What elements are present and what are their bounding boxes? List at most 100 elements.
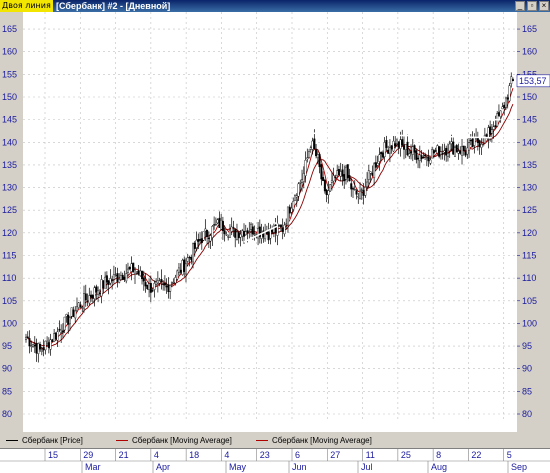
candle-body <box>51 339 54 342</box>
candle-body <box>216 219 219 224</box>
candle-body <box>346 164 349 178</box>
candle-body <box>144 282 147 287</box>
candle-body <box>359 190 362 200</box>
candle-body <box>61 330 64 333</box>
candle-body <box>88 295 91 304</box>
candle-body <box>390 145 393 150</box>
candle-body <box>353 188 356 191</box>
y-tick-label-left: 110 <box>2 273 16 283</box>
candle-body <box>339 171 342 177</box>
candle-body <box>179 269 182 273</box>
y-tick-label-right: 165 <box>522 24 537 34</box>
candle-body <box>199 239 202 241</box>
candle-body <box>478 140 481 147</box>
candle-body <box>299 182 302 184</box>
candle-body <box>192 243 195 263</box>
candle-body <box>186 257 189 262</box>
legend-label: Сбербанк [Moving Average] <box>272 436 372 445</box>
candle-body <box>84 293 87 301</box>
candle-body <box>184 263 187 275</box>
y-tick-label-left: 140 <box>2 137 17 147</box>
candle-body <box>288 206 291 214</box>
candle-body <box>322 177 325 181</box>
candle-body <box>278 225 281 227</box>
candle-body <box>75 306 78 312</box>
candle-body <box>128 266 131 270</box>
candle-body <box>49 339 52 350</box>
candle-body <box>32 344 35 347</box>
candle-body <box>241 230 244 237</box>
candle-body <box>404 144 407 150</box>
candle-body <box>235 231 238 240</box>
candle-body <box>220 219 223 230</box>
candle-body <box>283 224 286 235</box>
candle-body <box>119 275 122 280</box>
candle-body <box>211 226 214 238</box>
candle-body <box>483 135 486 144</box>
candle-body <box>503 104 506 108</box>
month-label: Sep <box>511 462 527 472</box>
candle-body <box>301 179 304 183</box>
candle-body <box>374 162 377 168</box>
candle-body <box>292 200 295 210</box>
candle-body <box>497 112 500 116</box>
candle-body <box>489 126 492 135</box>
y-tick-label-right: 145 <box>522 115 537 125</box>
candle-body <box>135 271 138 273</box>
candle-body <box>438 146 441 157</box>
candle-body <box>118 279 121 283</box>
candle-body <box>279 224 282 228</box>
candle-body <box>371 172 374 176</box>
candle-body <box>316 154 319 158</box>
candle-body <box>506 97 509 100</box>
candle-body <box>181 260 184 275</box>
candle-body <box>162 283 165 285</box>
candle-body <box>121 274 124 280</box>
day-label: 18 <box>189 450 199 460</box>
candle-body <box>134 269 137 275</box>
candle-body <box>204 228 207 232</box>
candle-body <box>230 226 233 232</box>
candle-body <box>320 164 323 180</box>
candle-body <box>267 231 270 241</box>
candle-body <box>337 169 340 176</box>
candle-body <box>415 150 418 160</box>
candle-body <box>446 153 449 157</box>
day-label: 5 <box>507 450 512 460</box>
price-chart[interactable]: 80 85 90 95 100 105 110 115 120 125 130 135 140 145 15… <box>0 12 550 432</box>
date-axis: 15 29 21 4 18 4 23 6 27 11 25 8 22 5 Mar Apr May Jun Jul Au… <box>0 448 550 473</box>
candle-body <box>37 343 40 354</box>
candle-body <box>91 295 94 299</box>
y-tick-label-left: 80 <box>2 409 12 419</box>
candle-body <box>126 268 129 273</box>
candle-body <box>257 228 260 239</box>
day-label: 8 <box>436 450 441 460</box>
candle-body <box>424 154 427 157</box>
candle-body <box>427 156 430 162</box>
candle-body <box>125 273 128 282</box>
y-tick-label-right: 100 <box>522 318 537 328</box>
minimize-button[interactable]: _ <box>515 1 525 11</box>
legend-swatch <box>116 440 128 442</box>
y-tick-label-left: 120 <box>2 228 17 238</box>
y-tick-label-right: 95 <box>522 341 532 351</box>
candle-body <box>116 273 119 282</box>
last-price-tag: 153,57 <box>516 74 550 88</box>
candle-body <box>304 159 307 176</box>
candle-body <box>352 188 355 190</box>
candle-body <box>111 279 114 281</box>
y-tick-label-right: 160 <box>522 47 537 57</box>
restore-button[interactable]: ▫ <box>527 1 537 11</box>
candle-body <box>504 97 507 108</box>
y-tick-label-left: 95 <box>2 341 12 351</box>
candle-body <box>183 259 186 272</box>
y-tick-label-right: 125 <box>522 205 537 215</box>
candle-body <box>104 276 107 289</box>
close-button[interactable]: × <box>539 1 549 11</box>
candle-body <box>429 159 432 164</box>
candle-body <box>30 345 33 347</box>
candle-body <box>158 280 161 284</box>
legend-item: Сбербанк [Moving Average] <box>116 436 232 445</box>
legend-label: Сбербанк [Price] <box>22 436 83 445</box>
candle-body <box>148 283 151 290</box>
